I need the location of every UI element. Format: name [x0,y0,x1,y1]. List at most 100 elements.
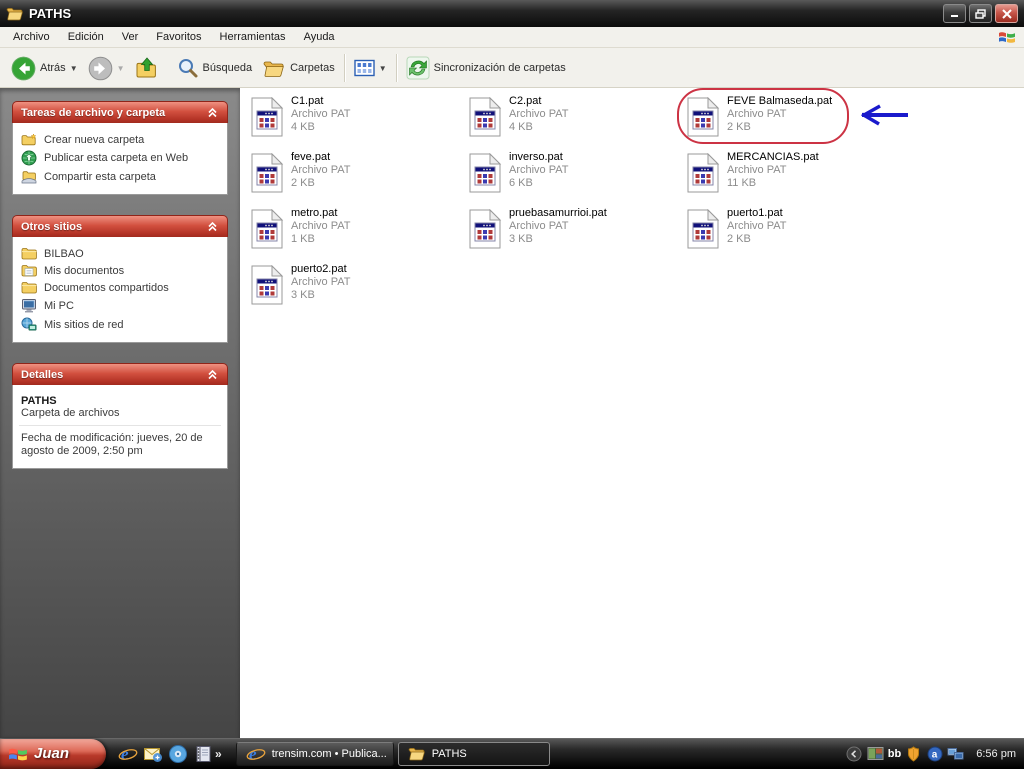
my-documents-icon [21,264,37,277]
file-tile-text: MERCANCIAS.pat Archivo PAT 11 KB [727,149,819,197]
media-disc-icon[interactable] [168,744,188,764]
outlook-express-icon[interactable] [143,744,163,764]
file-tile[interactable]: metro.pat Archivo PAT 1 KB [250,205,460,253]
folder-sync-button[interactable]: Sincronización de carpetas [401,54,571,82]
panel-title: Tareas de archivo y carpeta [21,106,166,119]
start-button[interactable]: Juan [0,738,106,769]
panel-link-item[interactable]: Mis sitios de red [19,315,221,334]
views-dropdown-icon[interactable]: ▼ [379,64,387,73]
pat-file-icon [468,149,502,197]
tray-security-shield-icon[interactable] [905,745,922,762]
back-dropdown-icon[interactable]: ▼ [70,64,78,73]
panel-chevron-icon [206,220,219,233]
folders-icon [262,59,286,78]
panel-header[interactable]: Detalles [12,363,228,385]
panel-link-label: BILBAO [44,247,84,260]
menu-archivo[interactable]: Archivo [4,29,59,45]
panel-link-item[interactable]: Crear nueva carpeta [19,131,221,148]
panel-header[interactable]: Tareas de archivo y carpeta [12,101,228,123]
file-tile[interactable]: puerto1.pat Archivo PAT 2 KB [686,205,896,253]
panel-link-item[interactable]: Mi PC [19,296,221,315]
file-name: MERCANCIAS.pat [727,151,819,163]
pat-file-icon [686,205,720,253]
pat-file-icon [250,93,284,141]
panel-link-item[interactable]: BILBAO [19,245,221,262]
menu-ayuda[interactable]: Ayuda [295,29,344,45]
panel-link-item[interactable]: Publicar esta carpeta en Web [19,148,221,168]
up-folder-icon [135,57,159,79]
task-panel: Detalles PATHS Carpeta de archivos Fecha de… [12,363,228,469]
restore-button[interactable] [969,4,992,23]
menu-edicion[interactable]: Edición [59,29,113,45]
panel-header[interactable]: Otros sitios [12,215,228,237]
views-button[interactable]: ▼ [349,57,392,79]
views-icon [354,59,375,77]
panel-link-item[interactable]: Mis documentos [19,262,221,279]
panel-link-label: Documentos compartidos [44,281,169,294]
details-modified-date: Fecha de modificación: jueves, 20 de ago… [21,432,203,457]
panel-body: PATHS Carpeta de archivos Fecha de modific… [12,385,228,469]
pat-file-icon [686,93,720,141]
ie-icon[interactable]: e [118,744,138,764]
tray-picture-icon[interactable] [867,745,884,762]
forward-dropdown-icon[interactable]: ▼ [117,64,125,73]
close-button[interactable] [995,4,1018,23]
panel-link-item[interactable]: Documentos compartidos [19,279,221,296]
file-name: C2.pat [509,95,542,107]
file-size: 6 KB [509,177,533,189]
file-type: Archivo PAT [509,108,569,120]
folder-open-icon [6,6,24,22]
panel-link-label: Crear nueva carpeta [44,133,145,146]
panel-title: Detalles [21,368,64,381]
tray-network-icon[interactable] [947,745,964,762]
file-type: Archivo PAT [291,108,351,120]
file-tile-text: puerto2.pat Archivo PAT 3 KB [291,261,351,309]
menu-favoritos[interactable]: Favoritos [147,29,210,45]
taskbar-window-button[interactable]: e trensim.com • Publica... [235,741,394,766]
tray-collapse-chevron-icon[interactable] [846,745,863,762]
folders-button[interactable]: Carpetas [257,57,340,80]
sync-icon [406,56,430,80]
ie-icon: e [246,744,266,764]
quick-launch-overflow-chevron[interactable]: » [215,747,222,761]
folder-icon [21,281,37,294]
search-button[interactable]: Búsqueda [172,55,258,81]
search-icon [177,57,199,79]
panel-chevron-icon [206,368,219,381]
file-tile[interactable]: FEVE Balmaseda.pat Archivo PAT 2 KB [686,93,896,141]
windows-logo-icon [998,29,1016,45]
file-name: puerto2.pat [291,263,347,275]
minimize-button[interactable] [943,4,966,23]
toolbar-separator [343,54,345,82]
start-label: Juan [34,745,70,762]
menu-ver[interactable]: Ver [113,29,148,45]
file-tile[interactable]: MERCANCIAS.pat Archivo PAT 11 KB [686,149,896,197]
file-tile[interactable]: C2.pat Archivo PAT 4 KB [468,93,678,141]
back-button[interactable]: Atrás ▼ [6,54,83,83]
file-type: Archivo PAT [509,220,569,232]
forward-button[interactable]: ▼ [83,54,130,83]
tray-bb-badge[interactable]: bb [888,748,901,760]
file-tile[interactable]: feve.pat Archivo PAT 2 KB [250,149,460,197]
file-tile[interactable]: puerto2.pat Archivo PAT 3 KB [250,261,460,309]
file-tile-text: C2.pat Archivo PAT 4 KB [509,93,569,141]
panel-body: BILBAO Mis documentos Documentos compartid… [12,237,228,343]
search-label: Búsqueda [202,62,253,74]
desktop: PATHS Archivo Edición Ver Favoritos Herr… [0,0,1024,769]
file-size: 3 KB [509,233,533,245]
panel-link-item[interactable]: Compartir esta carpeta [19,168,221,186]
taskbar-window-button[interactable]: PATHS [397,741,550,766]
up-button[interactable] [130,55,164,81]
tray-a-badge-icon[interactable]: a [926,745,943,762]
file-tile[interactable]: pruebasamurrioi.pat Archivo PAT 3 KB [468,205,678,253]
file-tile[interactable]: inverso.pat Archivo PAT 6 KB [468,149,678,197]
panel-link-label: Mi PC [44,299,74,312]
address-book-icon[interactable] [193,744,213,764]
tray-clock[interactable]: 6:56 pm [976,748,1016,760]
file-tile-text: puerto1.pat Archivo PAT 2 KB [727,205,787,253]
file-name: puerto1.pat [727,207,783,219]
file-tile[interactable]: C1.pat Archivo PAT 4 KB [250,93,460,141]
folder-open-icon [408,746,426,761]
menu-herramientas[interactable]: Herramientas [211,29,295,45]
file-tile-text: FEVE Balmaseda.pat Archivo PAT 2 KB [727,93,832,141]
